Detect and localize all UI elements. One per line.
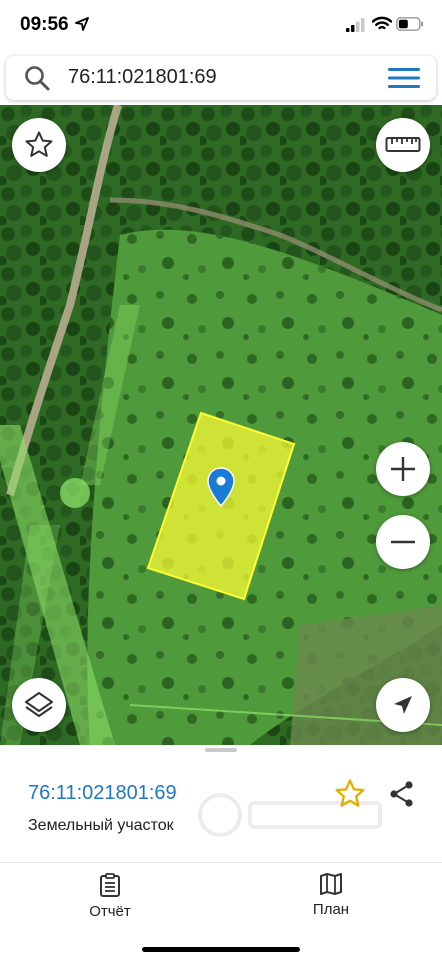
tab-plan-label: План — [312, 901, 350, 918]
layers-button[interactable] — [12, 678, 66, 732]
search-icon[interactable] — [24, 65, 50, 91]
location-pin-icon[interactable] — [207, 467, 235, 507]
layers-icon — [25, 692, 53, 717]
ruler-icon — [385, 137, 421, 152]
wifi-icon — [372, 16, 392, 30]
tab-report-label: Отчёт — [89, 903, 131, 920]
hamburger-menu-icon[interactable] — [388, 66, 420, 90]
tab-plan[interactable]: План — [271, 873, 391, 918]
search-input[interactable]: 76:11:021801:69 — [68, 66, 217, 89]
minus-icon — [391, 540, 415, 544]
my-location-button[interactable] — [376, 678, 430, 732]
cellular-signal-icon — [346, 18, 365, 32]
plus-icon — [391, 457, 415, 481]
object-type: Земельный участок — [28, 817, 174, 834]
map-view[interactable] — [0, 105, 442, 745]
navigation-arrow-icon — [394, 696, 412, 714]
location-arrow-icon — [75, 17, 89, 31]
parcel-polygon[interactable] — [0, 105, 442, 745]
tab-report[interactable]: Отчёт — [50, 873, 170, 920]
favorite-star-icon[interactable] — [334, 778, 366, 810]
share-icon[interactable] — [388, 780, 416, 808]
home-indicator — [142, 947, 300, 952]
status-bar: 09:56 — [0, 0, 442, 52]
search-bar[interactable]: 76:11:021801:69 — [6, 56, 436, 100]
favorite-map-button[interactable] — [12, 118, 66, 172]
zoom-in-button[interactable] — [376, 442, 430, 496]
map-icon — [320, 873, 342, 895]
sheet-grabber[interactable] — [205, 748, 237, 752]
bottom-tab-bar: Отчёт План — [0, 862, 442, 960]
star-outline-icon — [25, 131, 53, 157]
zoom-out-button[interactable] — [376, 515, 430, 569]
cadastral-number[interactable]: 76:11:021801:69 — [28, 782, 177, 805]
status-time: 09:56 — [20, 14, 69, 35]
battery-icon — [396, 17, 423, 31]
clipboard-icon — [100, 873, 120, 897]
measure-button[interactable] — [376, 118, 430, 172]
object-info-sheet[interactable]: 76:11:021801:69 Земельный участок — [0, 745, 442, 863]
